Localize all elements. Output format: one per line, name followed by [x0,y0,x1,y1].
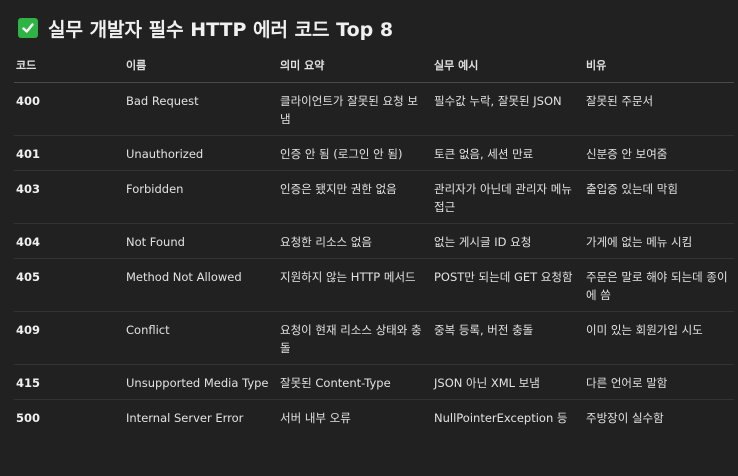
cell-summary: 클라이언트가 잘못된 요청 보냄 [278,82,432,136]
table-row: 401 Unauthorized 인증 안 됨 (로그인 안 됨) 토큰 없음,… [14,135,734,171]
cell-name: Method Not Allowed [124,258,278,312]
cell-analogy: 이미 있는 회원가입 시도 [584,311,734,365]
table-row: 500 Internal Server Error 서버 내부 오류 NullP… [14,400,734,435]
cell-code: 401 [14,135,124,171]
cell-code: 403 [14,170,124,224]
cell-summary: 잘못된 Content-Type [278,364,432,400]
header-summary: 의미 요약 [278,52,432,83]
cell-example: 필수값 누락, 잘못된 JSON [432,82,584,136]
cell-example: JSON 아닌 XML 보냄 [432,364,584,400]
header-name: 이름 [124,52,278,83]
cell-example: 중복 등록, 버전 충돌 [432,311,584,365]
header-example: 실무 예시 [432,52,584,83]
cell-name: Conflict [124,311,278,365]
cell-analogy: 신분증 안 보여줌 [584,135,734,171]
cell-analogy: 가게에 없는 메뉴 시킴 [584,223,734,259]
cell-name: Unsupported Media Type [124,364,278,400]
cell-name: Not Found [124,223,278,259]
cell-analogy: 주문은 말로 해야 되는데 종이에 씀 [584,258,734,312]
cell-example: 없는 게시글 ID 요청 [432,223,584,259]
table-row: 405 Method Not Allowed 지원하지 않는 HTTP 메서드 … [14,258,734,312]
cell-name: Forbidden [124,170,278,224]
cell-example: NullPointerException 등 [434,411,568,425]
cell-summary: 인증은 됐지만 권한 없음 [278,170,432,224]
cell-summary: 요청이 현재 리소스 상태와 충돌 [278,311,432,365]
table-row: 415 Unsupported Media Type 잘못된 Content-T… [14,364,734,400]
cell-example: 토큰 없음, 세션 만료 [432,135,584,171]
cell-analogy: 주방장이 실수함 [586,411,664,425]
cell-example: 관리자가 아닌데 관리자 메뉴 접근 [432,170,584,224]
cell-code: 405 [14,258,124,312]
cell-summary: 인증 안 됨 (로그인 안 됨) [278,135,432,171]
header-analogy: 비유 [584,52,734,83]
cell-summary: 요청한 리소스 없음 [278,223,432,259]
cell-summary: 서버 내부 오류 [280,411,351,425]
cell-analogy: 출입증 있는데 막힘 [584,170,734,224]
cell-name: Bad Request [124,82,278,136]
cell-analogy: 다른 언어로 말함 [584,364,734,400]
cell-name: Internal Server Error [126,411,244,425]
cell-analogy: 잘못된 주문서 [584,82,734,136]
http-error-table: 코드 이름 의미 요약 실무 예시 비유 400 Bad Request 클라이… [14,52,734,434]
cell-code: 404 [14,223,124,259]
table-row: 403 Forbidden 인증은 됐지만 권한 없음 관리자가 아닌데 관리자… [14,170,734,224]
cell-code: 500 [16,411,41,425]
cell-summary: 지원하지 않는 HTTP 메서드 [278,258,432,312]
cell-code: 415 [14,364,124,400]
table-row: 409 Conflict 요청이 현재 리소스 상태와 충돌 중복 등록, 버전… [14,311,734,365]
cell-example: POST만 되는데 GET 요청함 [432,258,584,312]
cell-name: Unauthorized [124,135,278,171]
table-row: 400 Bad Request 클라이언트가 잘못된 요청 보냄 필수값 누락,… [14,82,734,136]
table-row: 404 Not Found 요청한 리소스 없음 없는 게시글 ID 요청 가게… [14,223,734,259]
page-title-text: 실무 개발자 필수 HTTP 에러 코드 Top 8 [48,18,394,41]
cell-code: 400 [14,82,124,136]
header-code: 코드 [14,52,124,83]
check-mark-button-icon [18,18,38,38]
table-header-row: 코드 이름 의미 요약 실무 예시 비유 [14,52,734,83]
cell-code: 409 [14,311,124,365]
page-title: 실무 개발자 필수 HTTP 에러 코드 Top 8 [18,14,393,42]
